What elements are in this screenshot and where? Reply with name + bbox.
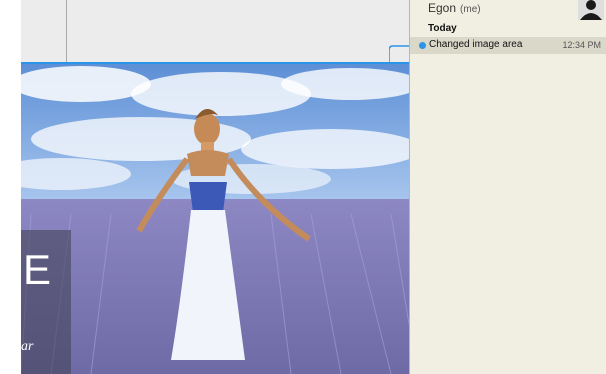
history-connector-icon [389, 45, 411, 63]
photo-illustration [21, 64, 409, 374]
user-name: Egon [428, 1, 457, 15]
day-header: Today [428, 23, 457, 34]
history-entry-time: 12:34 PM [562, 40, 601, 50]
overlay-italic-text: ar [21, 339, 34, 354]
document-canvas[interactable]: E ar [21, 0, 409, 374]
history-panel: Egon (me) Today Changed image area 12:34 … [409, 0, 606, 374]
guide-line [66, 0, 67, 62]
history-entry[interactable]: Changed image area 12:34 PM [410, 37, 606, 54]
history-dot-icon [419, 42, 426, 49]
history-entry-label: Changed image area [429, 39, 523, 50]
avatar-silhouette-icon [580, 0, 602, 20]
lavender-field-photo[interactable] [21, 64, 409, 374]
user-me-label: (me) [460, 4, 481, 15]
left-margin [0, 0, 21, 374]
overlay-letter: E [23, 246, 52, 293]
avatar-icon[interactable] [578, 0, 604, 20]
top-slide-area [21, 0, 409, 63]
user-row: Egon (me) [428, 1, 481, 15]
